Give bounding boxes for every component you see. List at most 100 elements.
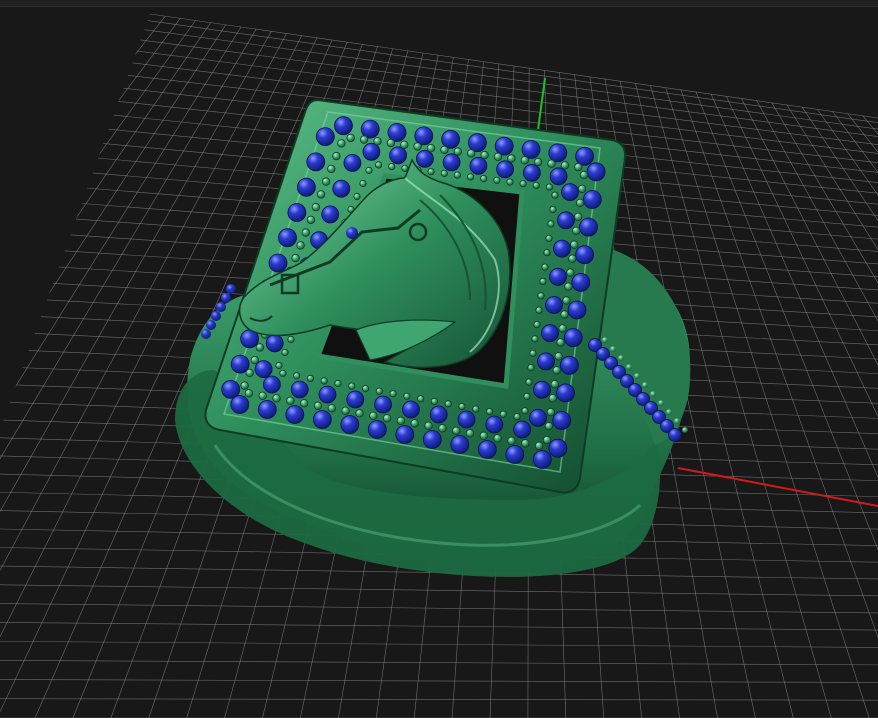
pave-stone xyxy=(306,152,326,172)
side-prong-bead xyxy=(634,373,640,379)
grid-line xyxy=(741,98,878,366)
grid-line xyxy=(144,19,878,123)
pave-stone xyxy=(265,334,284,353)
prong-bead xyxy=(413,142,422,151)
grid-line xyxy=(832,111,878,173)
pave-stone xyxy=(494,136,514,156)
pave-stone xyxy=(387,123,407,142)
prong-bead xyxy=(545,234,553,242)
side-prong-bead xyxy=(610,346,616,352)
prong-bead xyxy=(520,156,529,165)
prong-bead xyxy=(547,220,555,228)
prong-bead xyxy=(521,407,529,415)
prong-bead xyxy=(579,170,589,180)
side-prong-bead xyxy=(674,418,680,424)
pave-stone xyxy=(268,253,288,273)
scene-canvas[interactable] xyxy=(0,0,878,718)
prong-bead xyxy=(250,355,259,365)
prong-bead xyxy=(361,384,370,393)
3d-viewport[interactable] xyxy=(0,0,878,718)
prong-bead xyxy=(327,164,336,174)
pave-stone xyxy=(333,116,353,136)
prong-bead xyxy=(369,411,378,420)
prong-bead xyxy=(430,397,438,405)
prong-bead xyxy=(556,338,565,347)
prong-bead xyxy=(552,366,561,375)
prong-bead xyxy=(539,277,547,285)
prong-bead xyxy=(545,183,554,191)
prong-bead xyxy=(564,282,573,291)
prong-bead xyxy=(547,159,556,168)
prong-bead xyxy=(424,421,433,430)
prong-bead xyxy=(306,215,316,225)
prong-bead xyxy=(296,241,305,250)
pave-stone xyxy=(321,205,340,224)
prong-bead xyxy=(286,396,295,405)
prong-bead xyxy=(493,176,501,184)
prong-bead xyxy=(529,349,537,357)
prong-bead xyxy=(465,429,475,438)
prong-bead xyxy=(400,140,409,149)
pave-stone xyxy=(541,324,559,343)
prong-bead xyxy=(311,202,321,212)
pave-stone xyxy=(563,328,583,348)
pave-stone xyxy=(442,153,461,172)
pave-stone xyxy=(557,211,575,230)
prong-bead xyxy=(532,181,540,189)
prong-bead xyxy=(531,335,539,343)
pave-stone xyxy=(312,410,332,429)
prong-bead xyxy=(417,395,425,403)
grid-line xyxy=(786,104,878,251)
pave-stone xyxy=(395,425,415,444)
side-pave-stone xyxy=(216,302,226,312)
prong-bead xyxy=(275,361,283,370)
prong-bead xyxy=(574,212,583,221)
pave-stone xyxy=(529,408,547,427)
prong-bead xyxy=(575,198,585,208)
prong-bead xyxy=(334,379,342,388)
prong-bead xyxy=(558,324,567,333)
prong-bead xyxy=(373,137,382,146)
prong-bead xyxy=(321,177,331,186)
prong-bead xyxy=(574,162,583,172)
prong-bead xyxy=(544,421,554,431)
prong-bead xyxy=(389,390,397,398)
prong-bead xyxy=(306,374,314,382)
prong-bead xyxy=(527,364,535,372)
grid-line xyxy=(0,603,878,614)
prong-bead xyxy=(240,381,249,390)
pave-stone xyxy=(414,126,434,146)
side-prong-bead xyxy=(626,364,632,370)
prong-bead xyxy=(493,152,503,161)
side-prong-bead xyxy=(650,391,656,397)
prong-bead xyxy=(293,372,301,380)
prong-bead xyxy=(493,434,502,443)
pave-stone xyxy=(415,149,434,168)
prong-bead xyxy=(537,292,545,300)
prong-bead xyxy=(543,249,551,257)
prong-bead xyxy=(513,413,521,421)
grid-line xyxy=(695,91,878,551)
pave-stone xyxy=(287,203,307,222)
prong-bead xyxy=(327,404,336,413)
pave-stone xyxy=(257,400,277,419)
side-prong-bead xyxy=(658,400,664,406)
side-prong-bead xyxy=(682,427,688,433)
prong-bead xyxy=(410,419,419,428)
prong-bead xyxy=(560,310,569,319)
pave-stone xyxy=(552,411,572,430)
pave-stone xyxy=(582,190,602,209)
prong-bead xyxy=(337,139,346,148)
pave-stone xyxy=(362,142,381,161)
pave-stone xyxy=(579,217,598,237)
prong-bead xyxy=(472,405,480,413)
prong-bead xyxy=(570,240,579,249)
grid-line xyxy=(0,584,878,597)
prong-bead xyxy=(300,399,309,408)
prong-bead xyxy=(453,147,462,156)
prong-bead xyxy=(480,175,488,183)
pave-stone xyxy=(533,380,551,399)
prong-bead xyxy=(521,439,530,448)
pave-stone xyxy=(561,183,579,202)
prong-bead xyxy=(546,407,556,417)
